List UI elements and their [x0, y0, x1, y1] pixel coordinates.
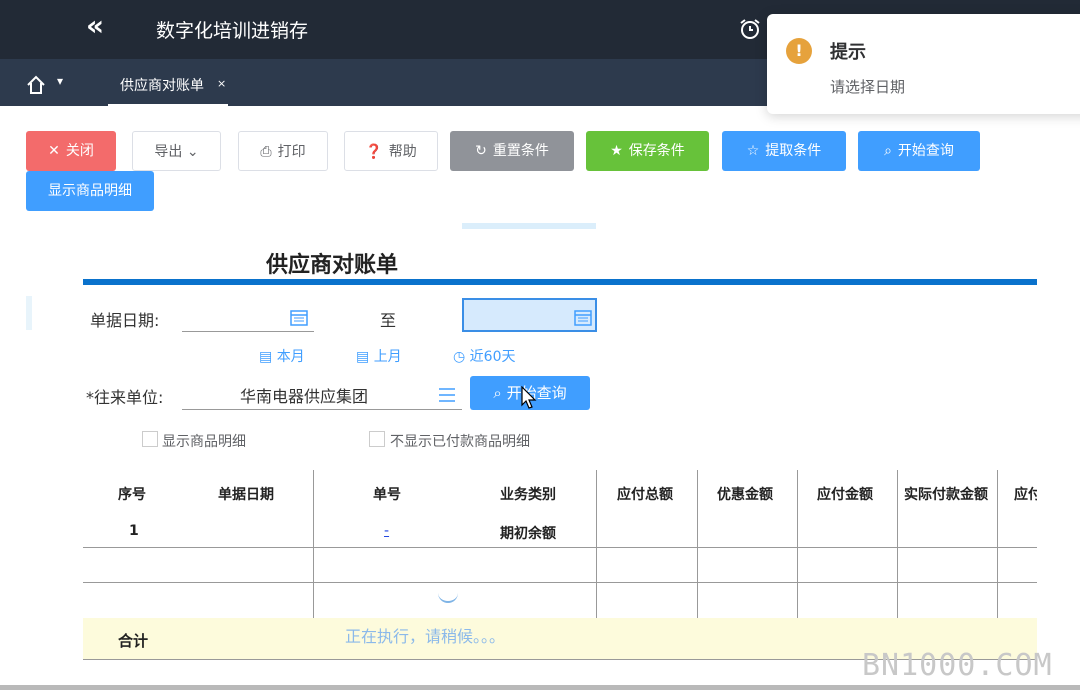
last-60-days-link[interactable]: ◷ 近60天 — [453, 346, 516, 366]
col-header-total-payable: 应付总额 — [617, 487, 673, 503]
col-header-paid: 实际付款金额 — [904, 487, 988, 503]
col-header-number: 单号 — [373, 487, 401, 503]
show-details-label: 显示商品明细 — [162, 434, 246, 450]
row-type: 期初余额 — [500, 526, 556, 542]
show-details-button[interactable]: 显示商品明细 — [26, 171, 154, 211]
report-title: 供应商对账单 — [266, 253, 399, 278]
total-label: 合计 — [118, 632, 149, 650]
collapse-sidebar-icon[interactable]: « — [86, 12, 110, 40]
print-button[interactable]: ⎙ 打印 — [238, 131, 328, 171]
calendar-icon[interactable] — [574, 308, 592, 326]
column-divider — [997, 470, 998, 618]
bottom-scrollbar[interactable] — [0, 685, 1080, 690]
start-query-button[interactable]: ⌕ 开始查询 — [858, 131, 980, 171]
toast-title: 提示 — [830, 42, 866, 63]
chevron-down-icon: ⌄ — [186, 144, 199, 160]
end-date-input[interactable] — [462, 298, 597, 332]
close-button[interactable]: ✕ 关闭 — [26, 131, 116, 171]
tab-supplier-statement[interactable]: 供应商对账单 × — [108, 59, 228, 106]
alarm-clock-icon[interactable] — [738, 17, 762, 41]
search-icon: ⌕ — [493, 384, 502, 402]
help-icon: ❓ — [365, 144, 383, 160]
statement-table: 序号 单据日期 单号 业务类别 应付总额 优惠金额 应付金额 实际付款金额 应付… — [83, 470, 1037, 660]
column-divider — [596, 470, 597, 618]
list-icon[interactable] — [438, 387, 456, 403]
row-number-link[interactable]: - — [384, 523, 389, 539]
chevron-down-icon[interactable]: ▾ — [57, 74, 63, 88]
row-divider — [83, 582, 1037, 583]
star-outline-icon: ☆ — [746, 143, 760, 159]
loading-text: 正在执行，请稍候。。。 — [345, 627, 506, 646]
printer-icon: ⎙ — [260, 144, 272, 160]
partner-value: 华南电器供应集团 — [240, 387, 369, 406]
hide-paid-checkbox[interactable] — [369, 431, 385, 447]
partner-input[interactable]: 华南电器供应集团 — [182, 378, 462, 410]
col-header-payable: 应付金额 — [817, 487, 873, 503]
tab-close-icon[interactable]: × — [217, 77, 226, 90]
col-header-payable-more: 应付 — [1014, 487, 1037, 503]
hide-paid-label: 不显示已付款商品明细 — [390, 434, 530, 450]
warning-toast: ! 提示 请选择日期 — [767, 14, 1080, 114]
calendar-icon: ▤ — [356, 349, 370, 365]
column-divider — [313, 470, 314, 618]
help-button[interactable]: ❓ 帮助 — [344, 131, 438, 171]
last-month-link[interactable]: ▤ 上月 — [356, 346, 402, 366]
row-divider — [83, 547, 1037, 548]
save-conditions-button[interactable]: ★ 保存条件 — [586, 131, 709, 171]
this-month-link[interactable]: ▤ 本月 — [259, 346, 305, 366]
tab-label: 供应商对账单 — [120, 78, 204, 94]
show-details-checkbox[interactable] — [142, 431, 158, 447]
loading-bar — [462, 223, 596, 229]
star-filled-icon: ★ — [610, 143, 623, 159]
row-seq: 1 — [129, 523, 139, 539]
reset-conditions-button[interactable]: ↻ 重置条件 — [450, 131, 574, 171]
toast-message: 请选择日期 — [830, 78, 906, 96]
mouse-cursor-icon — [521, 386, 537, 409]
calendar-icon[interactable] — [290, 308, 308, 326]
close-icon: ✕ — [48, 143, 60, 159]
search-icon: ⌕ — [884, 143, 892, 159]
col-header-date: 单据日期 — [218, 487, 274, 503]
partner-label: *往来单位: — [86, 388, 164, 407]
start-date-input[interactable] — [182, 300, 314, 332]
title-divider — [83, 279, 1037, 285]
export-button[interactable]: 导出 ⌄ — [132, 131, 221, 171]
side-strip — [26, 296, 32, 330]
calendar-icon: ▤ — [259, 349, 273, 365]
col-header-type: 业务类别 — [500, 487, 556, 503]
column-divider — [697, 470, 698, 618]
refresh-icon: ↻ — [475, 143, 487, 159]
column-divider — [797, 470, 798, 618]
home-icon[interactable] — [26, 75, 46, 95]
clock-icon: ◷ — [453, 349, 466, 365]
warning-icon: ! — [786, 38, 812, 64]
watermark: BN1000.COM — [862, 648, 1053, 683]
col-header-discount: 优惠金额 — [717, 487, 773, 503]
column-divider — [897, 470, 898, 618]
fetch-conditions-button[interactable]: ☆ 提取条件 — [722, 131, 846, 171]
date-label: 单据日期: — [90, 311, 160, 330]
app-title: 数字化培训进销存 — [156, 20, 309, 42]
col-header-seq: 序号 — [118, 487, 146, 503]
to-label: 至 — [380, 311, 397, 330]
